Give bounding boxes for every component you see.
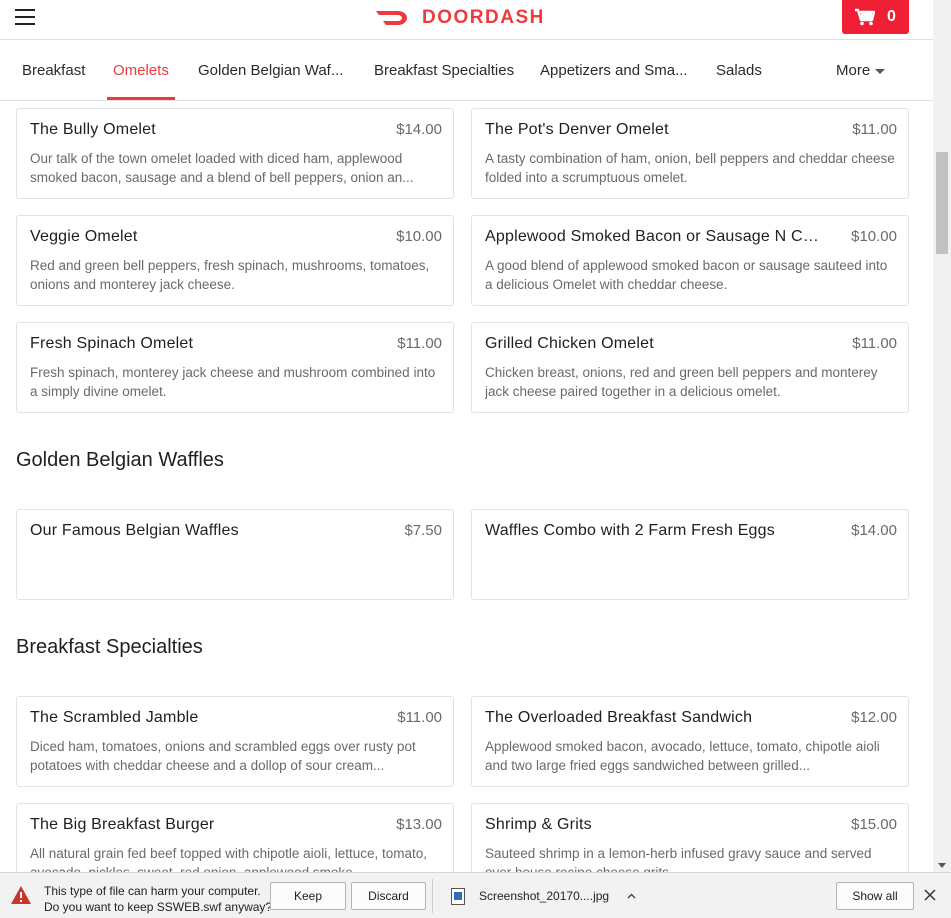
section-title-specialties: Breakfast Specialties xyxy=(16,636,203,658)
menu-item-card[interactable]: The Scrambled Jamble $11.00 Diced ham, t… xyxy=(16,696,454,787)
doordash-dash-icon xyxy=(376,11,407,25)
tab-more-label: More xyxy=(836,61,871,79)
menu-item-name: Veggie Omelet xyxy=(30,228,138,245)
download-bar: This type of file can harm your computer… xyxy=(0,872,951,918)
download-warning-message: This type of file can harm your computer… xyxy=(44,883,272,915)
menu-item-name: The Overloaded Breakfast Sandwich xyxy=(485,709,753,726)
menu-item-card[interactable]: Applewood Smoked Bacon or Sausage N Chee… xyxy=(471,215,909,306)
menu-item-card[interactable]: Waffles Combo with 2 Farm Fresh Eggs $14… xyxy=(471,509,909,600)
menu-item-description: Fresh spinach, monterey jack cheese and … xyxy=(30,365,436,399)
show-all-button[interactable]: Show all xyxy=(836,882,914,910)
warning-line-1: This type of file can harm your computer… xyxy=(44,884,261,898)
file-name: Screenshot_20170....jpg xyxy=(479,889,610,903)
image-file-icon xyxy=(451,887,465,905)
menu-item-name: Shrimp & Grits xyxy=(485,816,592,833)
menu-item-card[interactable]: Fresh Spinach Omelet $11.00 Fresh spinac… xyxy=(16,322,454,413)
menu-item-card[interactable]: The Overloaded Breakfast Sandwich $12.00… xyxy=(471,696,909,787)
menu-item-name: The Big Breakfast Burger xyxy=(30,816,215,833)
menu-item-name: The Scrambled Jamble xyxy=(30,709,199,726)
scrollbar-thumb[interactable] xyxy=(936,152,948,254)
menu-item-price: $14.00 xyxy=(851,522,897,539)
divider xyxy=(432,879,433,913)
doordash-logo[interactable]: DOORDASH xyxy=(374,6,545,30)
menu-item-price: $12.00 xyxy=(851,709,897,726)
top-header: DOORDASH 0 xyxy=(0,0,933,40)
brand-name: DOORDASH xyxy=(422,7,545,28)
menu-item-card[interactable]: The Pot's Denver Omelet $11.00 A tasty c… xyxy=(471,108,909,199)
tab-breakfast-specialties[interactable]: Breakfast Specialties xyxy=(374,41,514,100)
menu-item-price: $14.00 xyxy=(396,121,442,138)
menu-item-price: $10.00 xyxy=(396,228,442,245)
menu-item-price: $11.00 xyxy=(397,335,442,352)
menu-item-card[interactable]: Grilled Chicken Omelet $11.00 Chicken br… xyxy=(471,322,909,413)
menu-item-card[interactable]: Veggie Omelet $10.00 Red and green bell … xyxy=(16,215,454,306)
menu-item-name: Waffles Combo with 2 Farm Fresh Eggs xyxy=(485,522,775,539)
menu-item-price: $13.00 xyxy=(396,816,442,833)
menu-item-name: The Bully Omelet xyxy=(30,121,156,138)
downloaded-file-item[interactable]: Screenshot_20170....jpg xyxy=(447,881,647,911)
menu-item-name: The Pot's Denver Omelet xyxy=(485,121,669,138)
menu-item-card[interactable]: The Big Breakfast Burger $13.00 All natu… xyxy=(16,803,454,872)
menu-content: The Bully Omelet $14.00 Our talk of the … xyxy=(0,102,933,872)
menu-item-description: Our talk of the town omelet loaded with … xyxy=(30,151,414,185)
menu-item-card[interactable]: The Bully Omelet $14.00 Our talk of the … xyxy=(16,108,454,199)
menu-item-price: $11.00 xyxy=(852,335,897,352)
menu-item-description: Applewood smoked bacon, avocado, lettuce… xyxy=(485,739,880,773)
menu-item-card[interactable]: Shrimp & Grits $15.00 Sauteed shrimp in … xyxy=(471,803,909,872)
menu-item-description: Sauteed shrimp in a lemon-herb infused g… xyxy=(485,846,872,872)
tab-breakfast[interactable]: Breakfast xyxy=(22,41,85,100)
tab-appetizers[interactable]: Appetizers and Sma... xyxy=(540,41,688,100)
category-tabs: Breakfast Omelets Golden Belgian Waf... … xyxy=(0,41,933,101)
chevron-up-icon[interactable] xyxy=(627,892,636,901)
menu-item-price: $7.50 xyxy=(404,522,442,539)
menu-item-description: A good blend of applewood smoked bacon o… xyxy=(485,258,888,292)
menu-item-description: Red and green bell peppers, fresh spinac… xyxy=(30,258,430,292)
menu-item-price: $11.00 xyxy=(397,709,442,726)
caret-down-icon xyxy=(875,69,886,74)
tab-more[interactable]: More xyxy=(836,41,886,100)
menu-item-description: Diced ham, tomatoes, onions and scramble… xyxy=(30,739,416,773)
menu-item-price: $11.00 xyxy=(852,121,897,138)
menu-item-name: Our Famous Belgian Waffles xyxy=(30,522,239,539)
cart-count: 0 xyxy=(887,8,896,25)
section-title-waffles: Golden Belgian Waffles xyxy=(16,449,224,471)
menu-item-price: $15.00 xyxy=(851,816,897,833)
scroll-down-arrow-icon[interactable] xyxy=(938,863,946,868)
menu-item-description: All natural grain fed beef topped with c… xyxy=(30,846,427,872)
menu-item-name: Fresh Spinach Omelet xyxy=(30,335,194,352)
warning-line-2: Do you want to keep SSWEB.swf anyway? xyxy=(44,900,273,914)
discard-button[interactable]: Discard xyxy=(351,882,426,910)
keep-button[interactable]: Keep xyxy=(270,882,346,910)
shopping-cart-icon xyxy=(855,8,876,26)
close-icon[interactable] xyxy=(924,889,936,901)
menu-item-name: Grilled Chicken Omelet xyxy=(485,335,654,352)
menu-item-price: $10.00 xyxy=(851,228,897,245)
tab-omelets[interactable]: Omelets xyxy=(107,41,175,100)
page-scrollbar[interactable] xyxy=(933,0,951,872)
tab-salads[interactable]: Salads xyxy=(716,41,762,100)
menu-item-description: A tasty combination of ham, onion, bell … xyxy=(485,151,895,185)
tab-golden-belgian-waffles[interactable]: Golden Belgian Waf... xyxy=(198,41,343,100)
hamburger-menu-icon[interactable] xyxy=(15,9,35,27)
menu-item-name: Applewood Smoked Bacon or Sausage N Chee… xyxy=(485,228,825,245)
menu-item-description: Chicken breast, onions, red and green be… xyxy=(485,365,878,399)
warning-icon xyxy=(11,886,31,904)
cart-button[interactable]: 0 xyxy=(842,0,909,34)
menu-item-card[interactable]: Our Famous Belgian Waffles $7.50 xyxy=(16,509,454,600)
